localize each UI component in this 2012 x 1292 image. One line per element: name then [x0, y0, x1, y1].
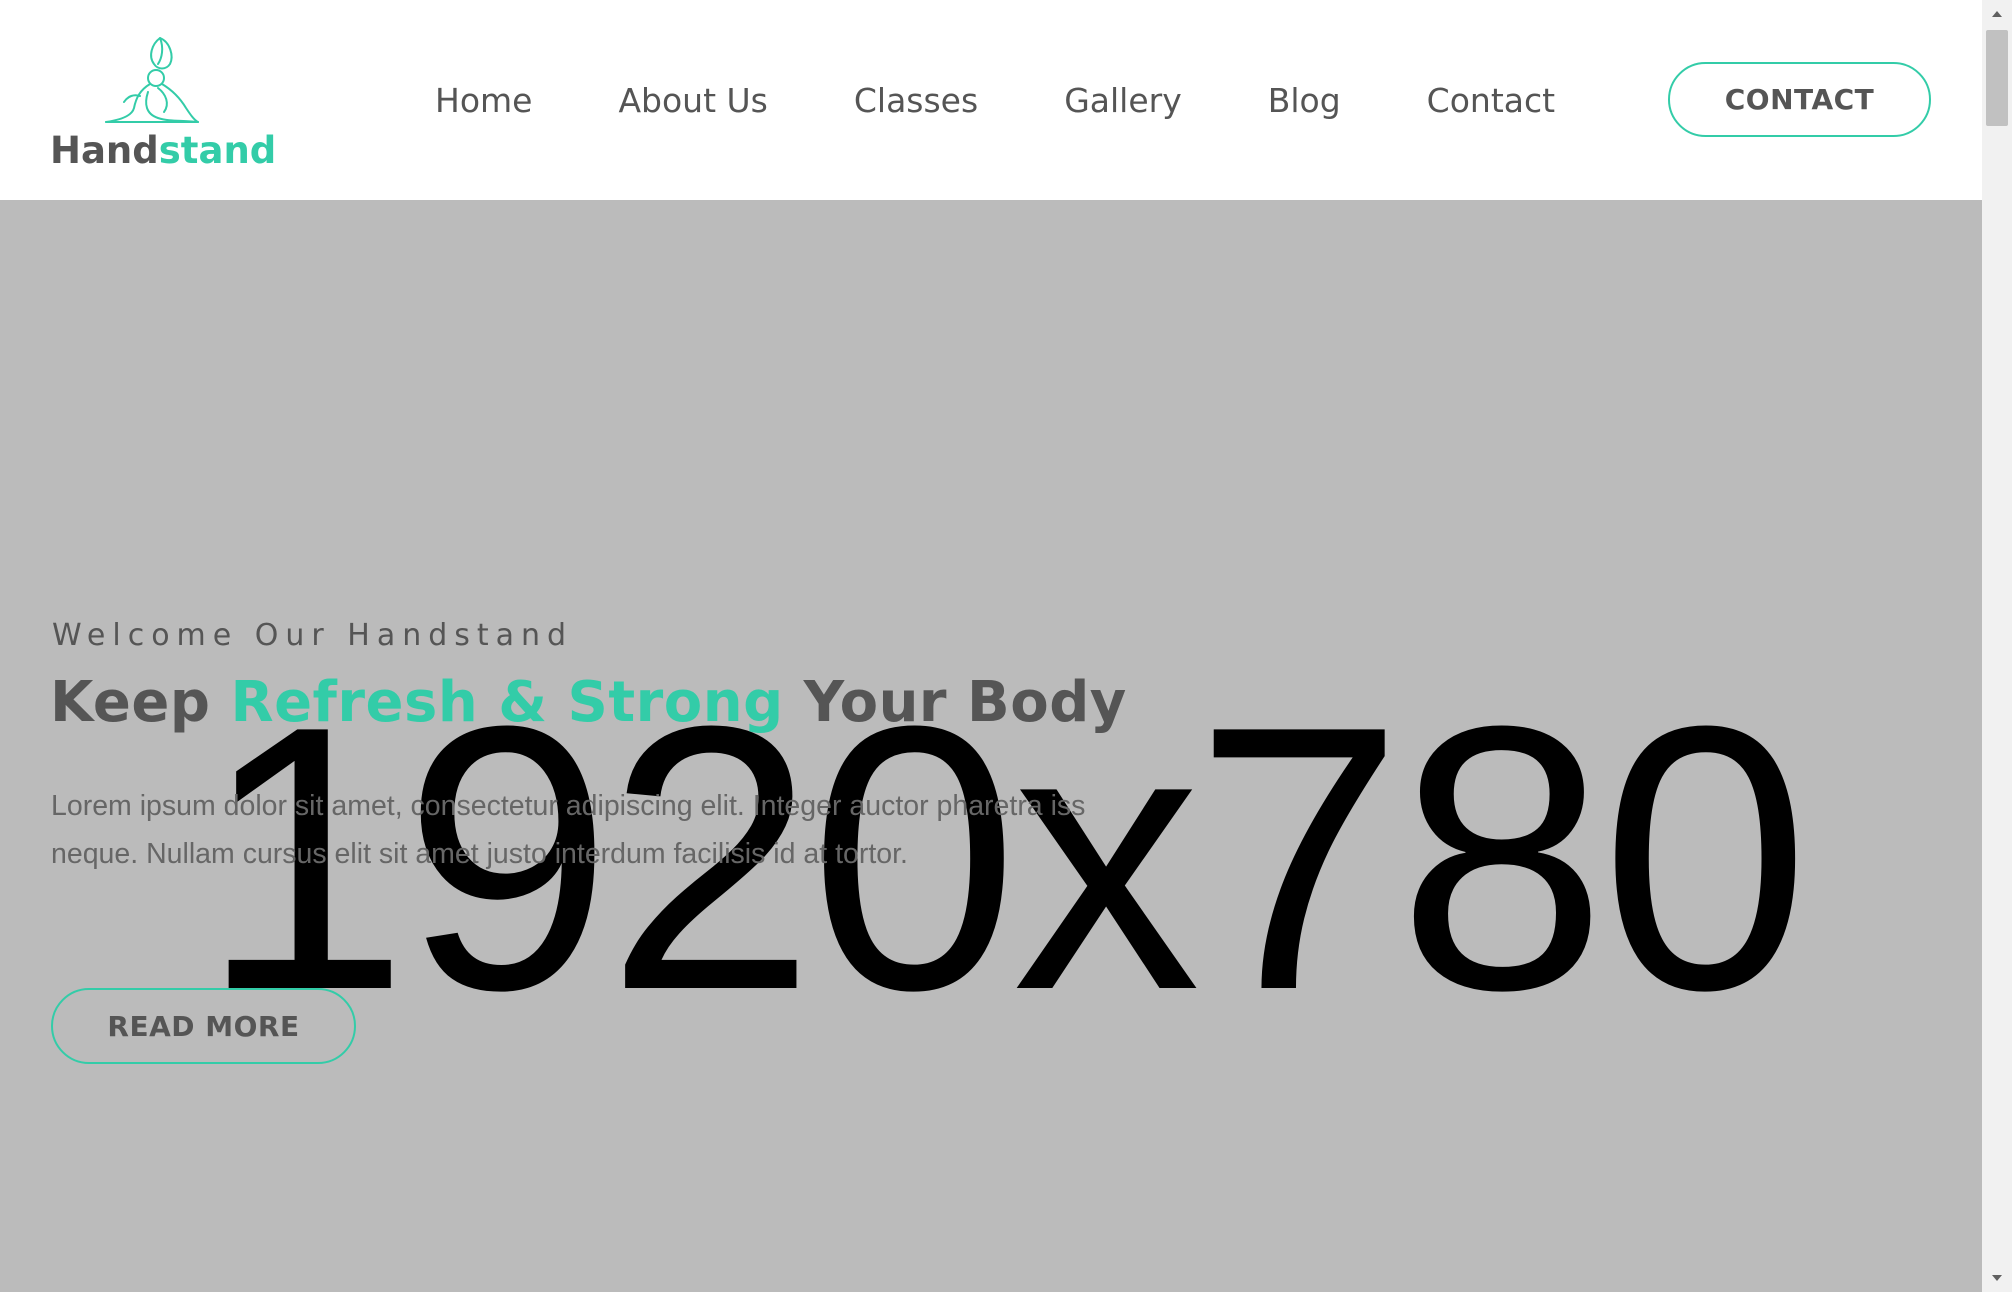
- brand-logo[interactable]: Handstand: [50, 34, 276, 174]
- hero-title-part2: Your Body: [783, 670, 1127, 735]
- hero-banner: 1920x780 Welcome Our Handstand Keep Refr…: [0, 200, 1982, 1292]
- brand-name-part2: stand: [158, 129, 277, 172]
- hero-title: Keep Refresh & Strong Your Body: [50, 670, 1127, 735]
- nav-item-contact[interactable]: Contact: [1427, 81, 1555, 120]
- nav-item-blog[interactable]: Blog: [1268, 81, 1341, 120]
- scroll-down-arrow-icon[interactable]: [1982, 1264, 2012, 1292]
- nav-item-classes[interactable]: Classes: [854, 81, 978, 120]
- brand-name: Handstand: [50, 129, 276, 172]
- read-more-button[interactable]: READ MORE: [51, 988, 356, 1064]
- yoga-pose-icon: [105, 37, 199, 123]
- nav-item-home[interactable]: Home: [435, 81, 532, 120]
- nav-item-about-us[interactable]: About Us: [618, 81, 767, 120]
- hero-title-part1: Keep: [50, 670, 231, 735]
- hero-description: Lorem ipsum dolor sit amet, consectetur …: [51, 790, 1086, 870]
- nav-item-gallery[interactable]: Gallery: [1064, 81, 1182, 120]
- main-nav: Home About Us Classes Gallery Blog Conta…: [435, 72, 1555, 128]
- scroll-up-arrow-icon[interactable]: [1982, 0, 2012, 28]
- hero-subtitle: Welcome Our Handstand: [52, 618, 574, 653]
- scrollbar-thumb[interactable]: [1986, 30, 2008, 126]
- site-header: Handstand Home About Us Classes Gallery …: [0, 0, 1982, 200]
- hero-title-accent: Refresh & Strong: [230, 670, 784, 735]
- page-scrollbar[interactable]: [1982, 0, 2012, 1292]
- contact-button[interactable]: CONTACT: [1668, 62, 1931, 137]
- brand-name-part1: Hand: [50, 129, 159, 172]
